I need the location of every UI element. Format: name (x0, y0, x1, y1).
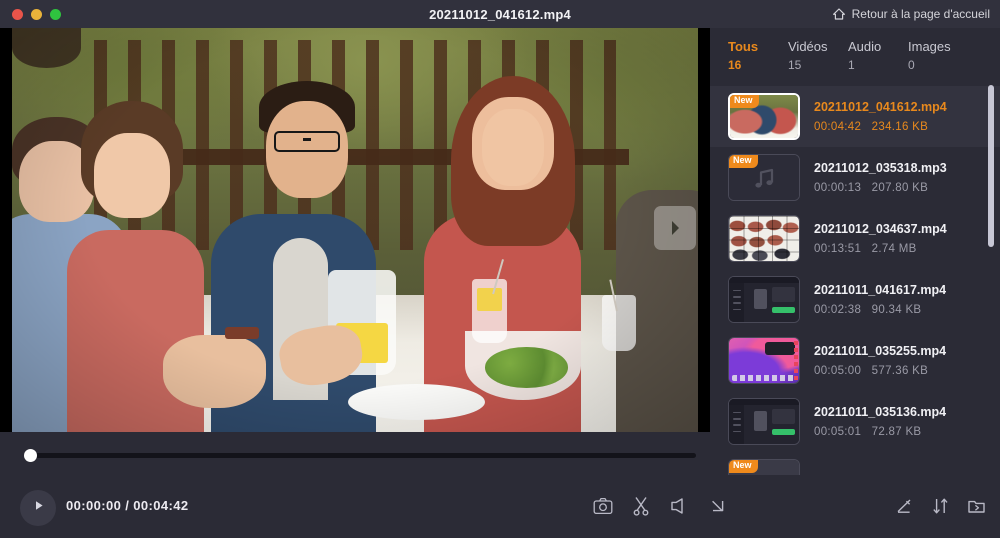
file-info: 00:13:51 2.74 MB (814, 240, 947, 258)
tab-count: 16 (728, 58, 742, 72)
file-name: 20211012_034637.mp4 (814, 221, 947, 236)
play-button[interactable] (20, 490, 56, 526)
play-icon (31, 498, 46, 518)
home-icon (832, 7, 846, 21)
fullscreen-icon[interactable] (706, 495, 728, 517)
thumbnail-image (729, 277, 799, 322)
home-button[interactable]: Retour à la page d'accueil (832, 0, 990, 28)
file-duration: 00:13:51 (814, 242, 862, 255)
thumbnail-image (729, 399, 799, 444)
minimize-button[interactable] (31, 8, 42, 20)
thumbnail: New (728, 154, 800, 201)
time-display: 00:00:00 / 00:04:42 (66, 498, 189, 513)
file-size: 90.34 KB (871, 303, 922, 316)
file-duration: 00:00:13 (814, 181, 862, 194)
thumbnail (728, 215, 800, 262)
list-item[interactable]: New (710, 452, 1000, 475)
progress-handle[interactable] (24, 449, 37, 462)
file-duration: 00:05:00 (814, 364, 862, 377)
thumbnail: New (728, 459, 800, 475)
file-name: 20211012_035318.mp3 (814, 160, 947, 175)
thumbnail (728, 398, 800, 445)
close-button[interactable] (12, 8, 23, 20)
list-item[interactable]: 20211011_035136.mp4 00:05:01 72.87 KB (710, 391, 1000, 452)
file-meta: 20211012_034637.mp4 00:13:51 2.74 MB (800, 220, 947, 258)
sort-icon[interactable] (929, 495, 951, 517)
thumbnail (728, 276, 800, 323)
file-info: 00:05:00 577.36 KB (814, 362, 946, 380)
tab-audio[interactable]: Audio 1 (848, 38, 908, 82)
file-name: 20211012_041612.mp4 (814, 99, 947, 114)
file-info: 00:02:38 90.34 KB (814, 301, 946, 319)
tab-images[interactable]: Images 0 (908, 38, 968, 82)
file-duration: 00:05:01 (814, 425, 862, 438)
folder-icon[interactable] (965, 495, 987, 517)
file-info: 00:05:01 72.87 KB (814, 423, 946, 441)
file-meta: 20211012_035318.mp3 00:00:13 207.80 KB (800, 159, 947, 197)
panel-tabs: Tous 16 Vidéos 15 Audio 1 Images 0 (710, 38, 1000, 82)
video-scene (12, 28, 698, 432)
home-button-label: Retour à la page d'accueil (851, 7, 990, 21)
chevron-right-icon (667, 218, 683, 238)
title-bar: 20211012_041612.mp4 Retour à la page d'a… (0, 0, 1000, 28)
list-item[interactable]: New 20211012_035318.mp3 00:00:13 207.80 … (710, 147, 1000, 208)
file-meta: 20211011_035136.mp4 00:05:01 72.87 KB (800, 403, 946, 441)
list-item[interactable]: New 20211012_041612.mp4 00:04:42 234.16 … (710, 86, 1000, 147)
file-info: 00:04:42 234.16 KB (814, 118, 947, 136)
file-meta: 20211011_041617.mp4 00:02:38 90.34 KB (800, 281, 946, 319)
media-file-list[interactable]: New 20211012_041612.mp4 00:04:42 234.16 … (710, 86, 1000, 475)
cut-icon[interactable] (630, 495, 652, 517)
file-size: 2.74 MB (871, 242, 917, 255)
music-note-icon (751, 166, 777, 190)
file-size: 207.80 KB (871, 181, 929, 194)
edit-icon[interactable] (893, 495, 915, 517)
thumbnail-image (729, 338, 799, 383)
file-size: 72.87 KB (871, 425, 922, 438)
player-tools (592, 495, 728, 517)
file-duration: 00:04:42 (814, 120, 862, 133)
tab-count: 15 (788, 58, 802, 72)
file-meta: 20211012_041612.mp4 00:04:42 234.16 KB (800, 98, 947, 136)
next-video-button[interactable] (654, 206, 696, 250)
snapshot-icon[interactable] (592, 495, 614, 517)
file-name: 20211011_041617.mp4 (814, 282, 947, 297)
file-duration: 00:02:38 (814, 303, 862, 316)
tab-count: 0 (908, 58, 915, 72)
tab-label: Tous (728, 39, 759, 54)
list-item[interactable]: 20211011_041617.mp4 00:02:38 90.34 KB (710, 269, 1000, 330)
maximize-button[interactable] (50, 8, 61, 20)
file-name: 20211011_035136.mp4 (814, 404, 947, 419)
panel-actions (893, 495, 1000, 517)
tab-videos[interactable]: Vidéos 15 (788, 38, 848, 82)
file-size: 577.36 KB (871, 364, 929, 377)
thumbnail-image (729, 216, 799, 261)
tab-label: Vidéos (788, 39, 828, 54)
new-badge: New (730, 95, 759, 108)
volume-icon[interactable] (668, 495, 690, 517)
tab-count: 1 (848, 58, 855, 72)
video-frame (12, 28, 698, 432)
window-controls (0, 8, 61, 20)
app-window: 20211012_041612.mp4 Retour à la page d'a… (0, 0, 1000, 538)
tab-tous[interactable]: Tous 16 (728, 38, 788, 82)
list-scrollbar[interactable] (988, 85, 994, 247)
file-meta: 20211011_035255.mp4 00:05:00 577.36 KB (800, 342, 946, 380)
progress-bar[interactable] (24, 453, 696, 458)
video-player[interactable] (0, 28, 710, 432)
file-size: 234.16 KB (871, 120, 929, 133)
tab-label: Images (908, 39, 951, 54)
list-item[interactable]: 20211012_034637.mp4 00:13:51 2.74 MB (710, 208, 1000, 269)
tab-label: Audio (848, 39, 882, 54)
thumbnail (728, 337, 800, 384)
new-badge: New (729, 155, 758, 168)
list-item[interactable]: 20211011_035255.mp4 00:05:00 577.36 KB (710, 330, 1000, 391)
thumbnail: New (728, 93, 800, 140)
new-badge: New (729, 460, 758, 473)
file-name: 20211011_035255.mp4 (814, 343, 947, 358)
file-info: 00:00:13 207.80 KB (814, 179, 947, 197)
